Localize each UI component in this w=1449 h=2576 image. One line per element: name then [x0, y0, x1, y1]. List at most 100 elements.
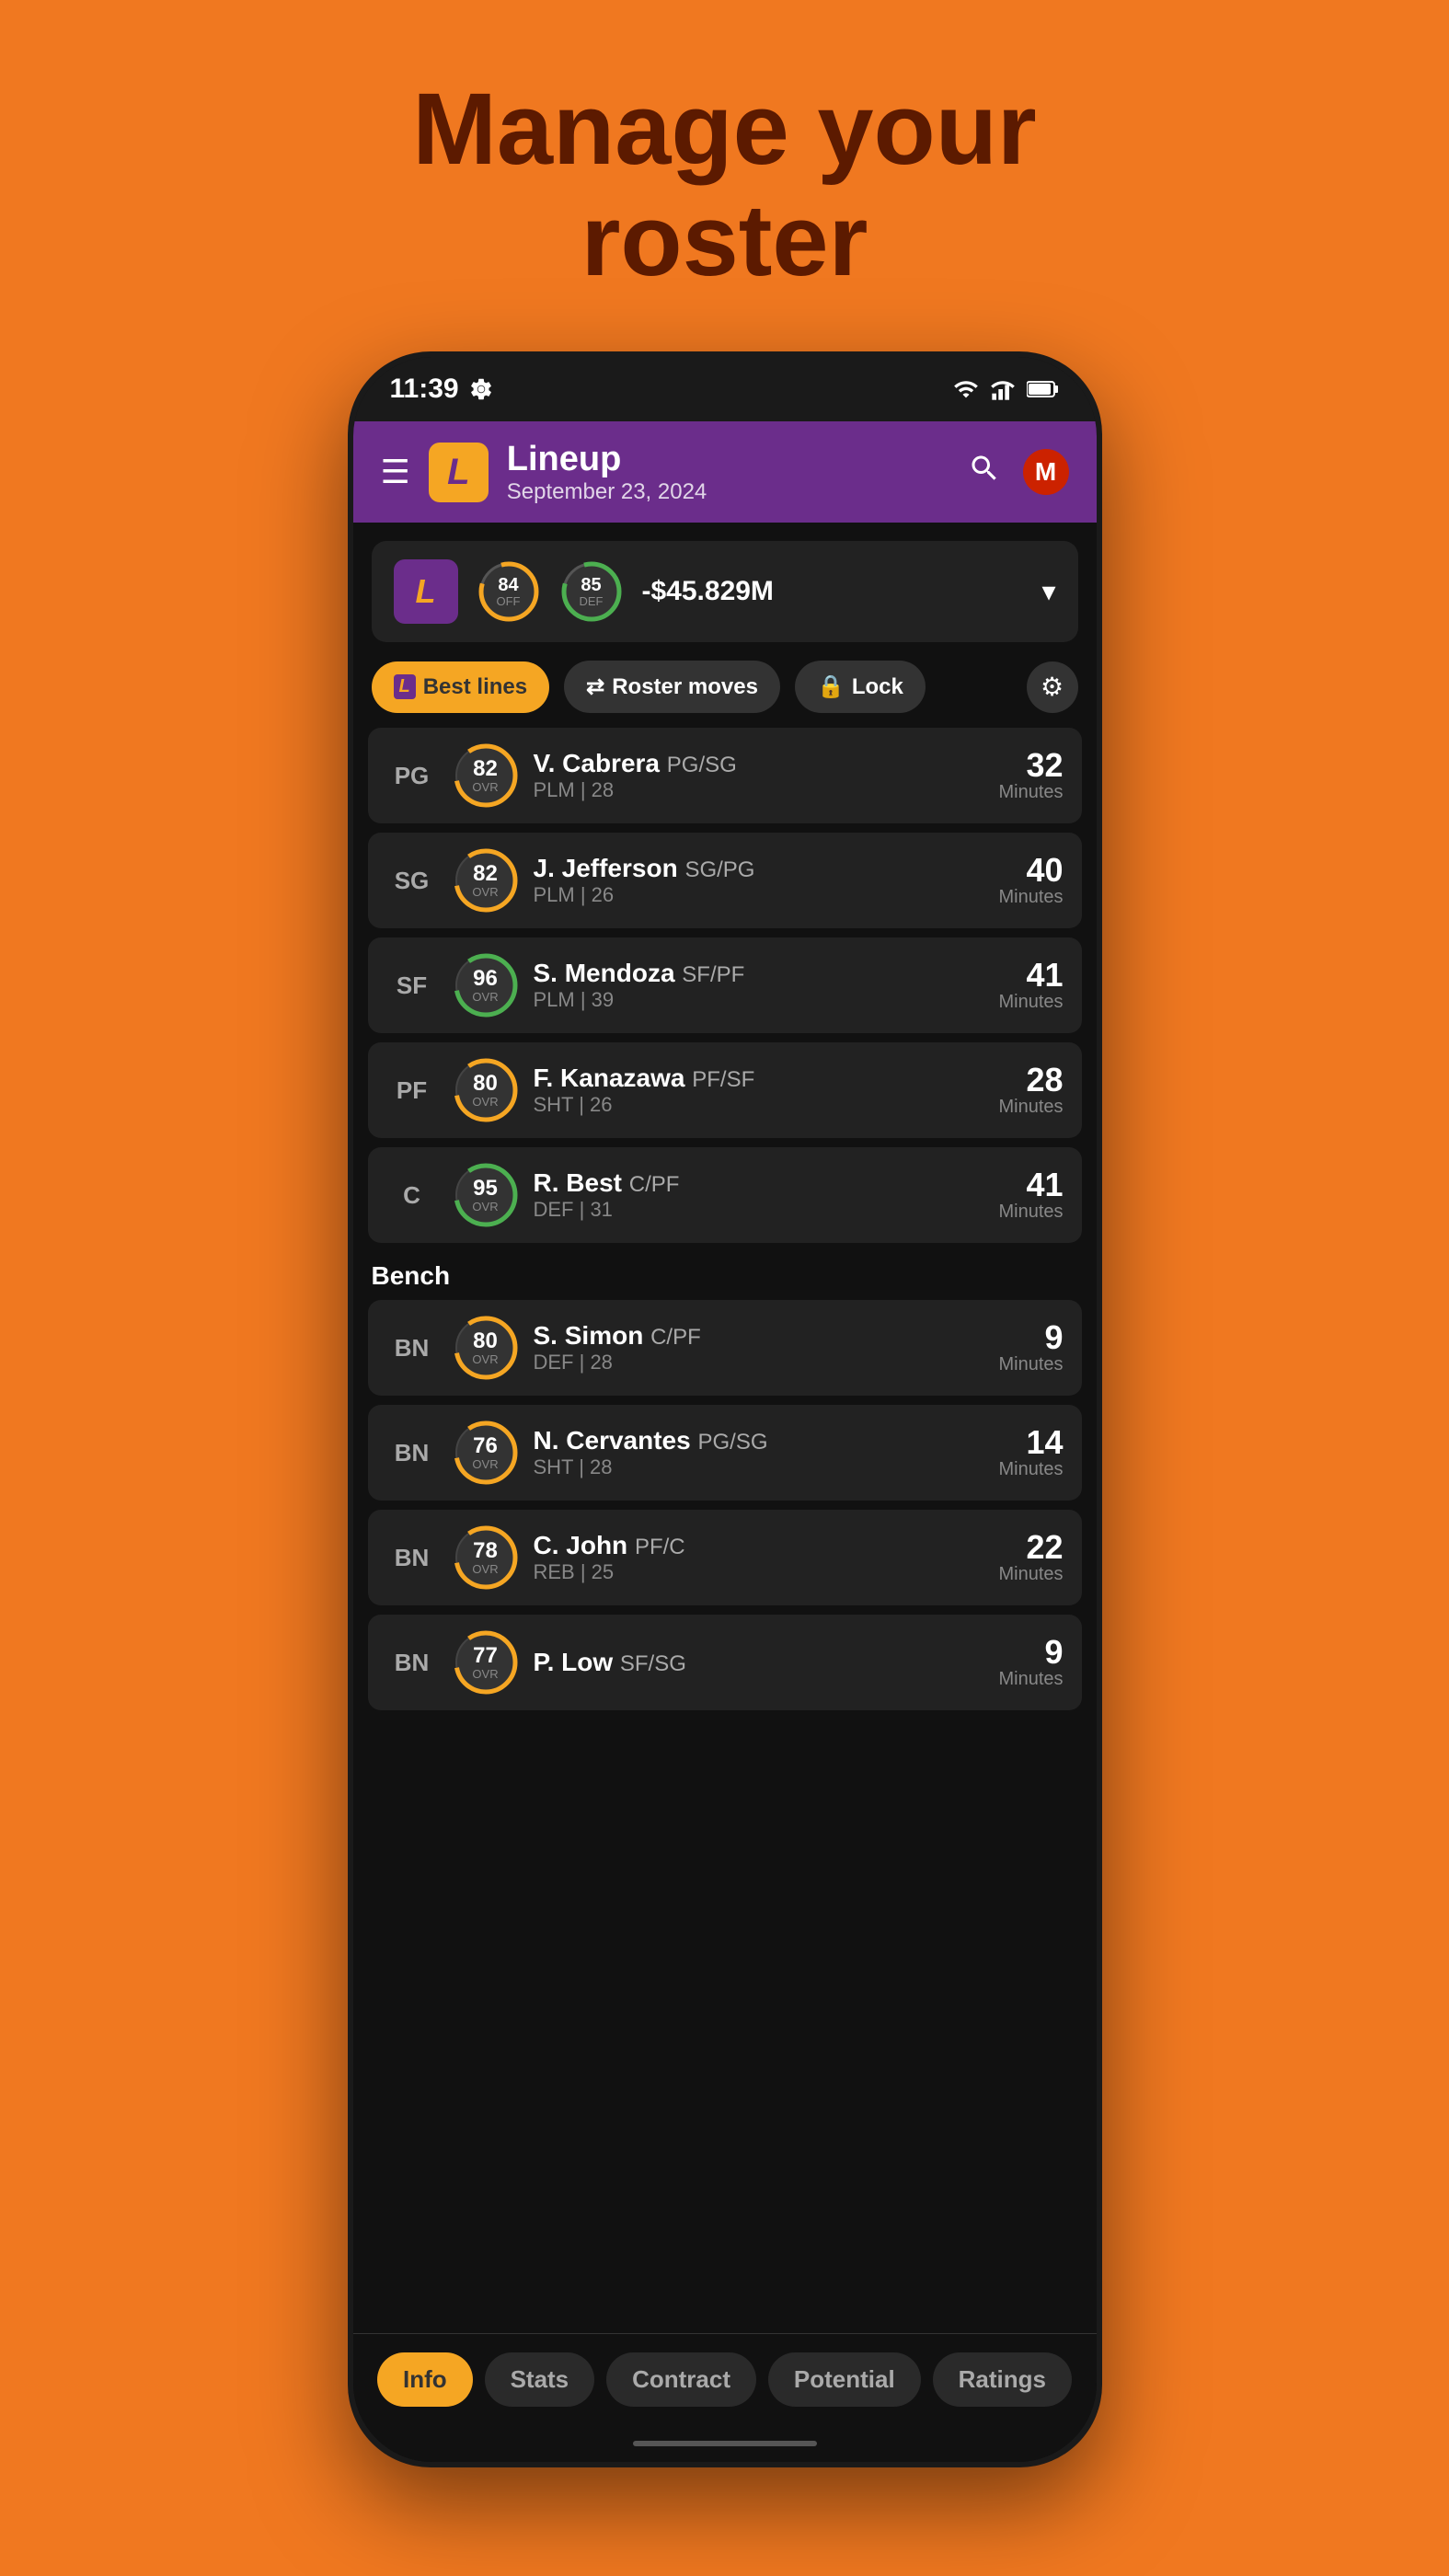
content-area: L 84 OFF: [353, 523, 1097, 2462]
ovr-circle: 82 OVR: [453, 742, 519, 809]
player-detail: PLM | 28: [534, 778, 984, 802]
page-title-area: Manage your roster: [412, 74, 1036, 296]
player-name: F. Kanazawa PF/SF: [534, 1064, 984, 1093]
position-badge: SG: [386, 867, 438, 895]
player-minutes: 28 Minutes: [998, 1064, 1063, 1118]
position-badge: C: [386, 1181, 438, 1210]
player-info: V. Cabrera PG/SG PLM | 28: [534, 749, 984, 802]
position-badge: BN: [386, 1439, 438, 1467]
player-row[interactable]: BN 80 OVR S. Simon C/PF DEF | 28 9 Minut…: [368, 1300, 1082, 1396]
player-detail: PLM | 26: [534, 883, 984, 907]
phone-shell: 11:39 ☰ L Lineup September 23, 2024: [348, 351, 1102, 2467]
signal-icon: [990, 376, 1016, 402]
ovr-circle: 80 OVR: [453, 1057, 519, 1123]
player-row[interactable]: SG 82 OVR J. Jefferson SG/PG PLM | 26 40…: [368, 833, 1082, 928]
settings-button[interactable]: ⚙: [1027, 661, 1078, 713]
team-logo: L: [394, 559, 458, 624]
position-badge: PG: [386, 762, 438, 790]
tab-stats[interactable]: Stats: [485, 2352, 595, 2407]
action-buttons: L Best lines ⇄ Roster moves 🔒 Lock ⚙: [353, 661, 1097, 728]
player-minutes: 41 Minutes: [998, 959, 1063, 1013]
player-row[interactable]: C 95 OVR R. Best C/PF DEF | 31 41 Minute…: [368, 1147, 1082, 1243]
player-minutes: 32 Minutes: [998, 749, 1063, 803]
player-row[interactable]: SF 96 OVR S. Mendoza SF/PF PLM | 39 41 M…: [368, 937, 1082, 1033]
ovr-circle: 78 OVR: [453, 1524, 519, 1591]
roster-moves-button[interactable]: ⇄ Roster moves: [564, 661, 780, 713]
player-row[interactable]: PG 82 OVR V. Cabrera PG/SG PLM | 28 32 M…: [368, 728, 1082, 823]
position-badge: SF: [386, 972, 438, 1000]
ovr-circle: 96 OVR: [453, 952, 519, 1018]
player-name: P. Low SF/SG: [534, 1648, 984, 1677]
player-name: R. Best C/PF: [534, 1168, 984, 1198]
player-name: S. Simon C/PF: [534, 1321, 984, 1351]
player-info: S. Simon C/PF DEF | 28: [534, 1321, 984, 1374]
player-info: S. Mendoza SF/PF PLM | 39: [534, 959, 984, 1012]
player-detail: DEF | 31: [534, 1198, 984, 1222]
player-row[interactable]: PF 80 OVR F. Kanazawa PF/SF SHT | 26 28 …: [368, 1042, 1082, 1138]
ovr-circle: 95 OVR: [453, 1162, 519, 1228]
bottom-tabs: InfoStatsContractPotentialRatings: [353, 2333, 1097, 2425]
player-minutes: 41 Minutes: [998, 1168, 1063, 1223]
home-indicator: [353, 2425, 1097, 2462]
tab-ratings[interactable]: Ratings: [933, 2352, 1072, 2407]
home-bar: [633, 2441, 817, 2446]
ovr-circle: 76 OVR: [453, 1420, 519, 1486]
header-title: Lineup: [507, 440, 949, 479]
player-minutes: 22 Minutes: [998, 1531, 1063, 1585]
team-balance: -$45.829M: [642, 576, 1024, 607]
player-minutes: 9 Minutes: [998, 1321, 1063, 1375]
tab-potential[interactable]: Potential: [768, 2352, 921, 2407]
player-info: P. Low SF/SG: [534, 1648, 984, 1677]
def-rating-circle: 85 DEF: [559, 559, 624, 624]
lock-button[interactable]: 🔒 Lock: [795, 661, 926, 713]
position-badge: BN: [386, 1544, 438, 1572]
player-detail: DEF | 28: [534, 1351, 984, 1374]
battery-icon: [1027, 380, 1060, 398]
status-time: 11:39: [390, 374, 494, 405]
player-name: N. Cervantes PG/SG: [534, 1426, 984, 1455]
app-header: ☰ L Lineup September 23, 2024 M: [353, 421, 1097, 523]
player-list: PG 82 OVR V. Cabrera PG/SG PLM | 28 32 M…: [353, 728, 1097, 2333]
player-minutes: 40 Minutes: [998, 854, 1063, 908]
ovr-circle: 80 OVR: [453, 1315, 519, 1381]
off-rating-circle: 84 OFF: [477, 559, 541, 624]
position-badge: PF: [386, 1076, 438, 1105]
player-detail: REB | 25: [534, 1560, 984, 1584]
tab-contract[interactable]: Contract: [606, 2352, 756, 2407]
status-bar: 11:39: [353, 357, 1097, 421]
ovr-circle: 82 OVR: [453, 847, 519, 914]
player-row[interactable]: BN 78 OVR C. John PF/C REB | 25 22 Minut…: [368, 1510, 1082, 1605]
best-lines-button[interactable]: L Best lines: [372, 661, 550, 713]
player-minutes: 14 Minutes: [998, 1426, 1063, 1480]
player-info: J. Jefferson SG/PG PLM | 26: [534, 854, 984, 907]
player-row[interactable]: BN 76 OVR N. Cervantes PG/SG SHT | 28 14…: [368, 1405, 1082, 1501]
hamburger-icon[interactable]: ☰: [381, 453, 410, 491]
position-badge: BN: [386, 1334, 438, 1363]
position-badge: BN: [386, 1649, 438, 1677]
header-actions: M: [968, 449, 1069, 495]
wifi-icon: [953, 376, 979, 402]
status-icons: [953, 376, 1060, 402]
player-info: N. Cervantes PG/SG SHT | 28: [534, 1426, 984, 1479]
settings-status-icon: [468, 376, 494, 402]
player-name: C. John PF/C: [534, 1531, 984, 1560]
player-minutes: 9 Minutes: [998, 1636, 1063, 1690]
phone-inner: 11:39 ☰ L Lineup September 23, 2024: [353, 357, 1097, 2462]
profile-icon[interactable]: M: [1023, 449, 1069, 495]
player-name: J. Jefferson SG/PG: [534, 854, 984, 883]
headline: Manage your roster: [412, 74, 1036, 296]
search-icon[interactable]: [968, 452, 1001, 493]
player-detail: SHT | 26: [534, 1093, 984, 1117]
bench-header: Bench: [368, 1252, 1082, 1300]
player-detail: PLM | 39: [534, 988, 984, 1012]
player-detail: SHT | 28: [534, 1455, 984, 1479]
chevron-down-icon[interactable]: ▾: [1041, 576, 1055, 608]
header-title-group: Lineup September 23, 2024: [507, 440, 949, 505]
tab-info[interactable]: Info: [377, 2352, 473, 2407]
header-logo: L: [429, 443, 489, 502]
team-stats-bar[interactable]: L 84 OFF: [372, 541, 1078, 642]
player-info: C. John PF/C REB | 25: [534, 1531, 984, 1584]
player-name: V. Cabrera PG/SG: [534, 749, 984, 778]
player-row[interactable]: BN 77 OVR P. Low SF/SG 9 Minutes: [368, 1615, 1082, 1710]
player-info: R. Best C/PF DEF | 31: [534, 1168, 984, 1222]
